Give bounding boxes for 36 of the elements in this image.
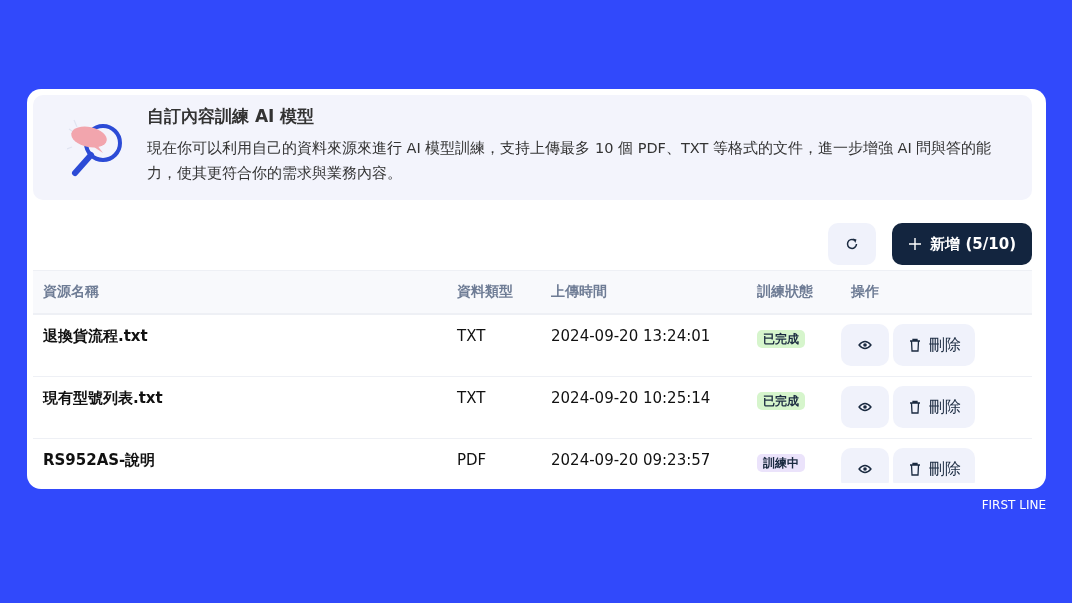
table-cell: 2024-09-20 13:24:01 [551,327,711,345]
eye-icon [858,402,872,412]
column-header: 資料類型 [456,283,514,301]
table-cell: RS952AS-說明 [43,451,156,469]
status-badge: 已完成 [757,392,805,410]
table-cell: TXT [457,327,486,345]
column-header: 上傳時間 [550,283,608,301]
trash-icon [909,400,921,414]
add-button[interactable]: 新增 (5/10) [892,223,1032,265]
banner-description: 現在你可以利用自己的資料來源來進行 AI 模型訓練，支持上傳最多 10 個 PDF、TXT 等格式的文件，進一步增強 AI 問與答的能力，使其更符合你的需求與業務內容。 [147,139,993,183]
eye-icon [858,464,872,474]
table-cell: 退換貨流程.txt [43,327,148,345]
refresh-icon [845,237,860,251]
status-badge: 訓練中 [757,454,805,472]
view-button[interactable] [841,386,889,428]
delete-button[interactable]: 刪除 [893,448,975,483]
table-cell: 2024-09-20 09:23:57 [551,451,711,469]
status-badge: 已完成 [757,330,805,348]
table-cell: 2024-09-20 10:25:14 [551,389,711,407]
trash-icon [909,462,921,476]
delete-button[interactable]: 刪除 [893,386,975,428]
trash-icon [909,338,921,352]
plus-icon [908,237,923,251]
table-cell: TXT [457,389,486,407]
brand-label: FIRST LINE [981,498,1046,512]
table-cell: PDF [457,451,487,469]
column-header: 訓練狀態 [756,283,814,301]
column-header: 資源名稱 [42,283,100,301]
delete-button[interactable]: 刪除 [893,324,975,366]
refresh-button[interactable] [828,223,877,265]
table-cell: 現有型號列表.txt [43,389,163,407]
eye-icon [858,340,872,350]
view-button[interactable] [841,448,889,483]
view-button[interactable] [841,324,889,366]
column-header: 操作 [850,283,880,301]
banner-title: 自訂內容訓練 AI 模型 [147,105,316,128]
